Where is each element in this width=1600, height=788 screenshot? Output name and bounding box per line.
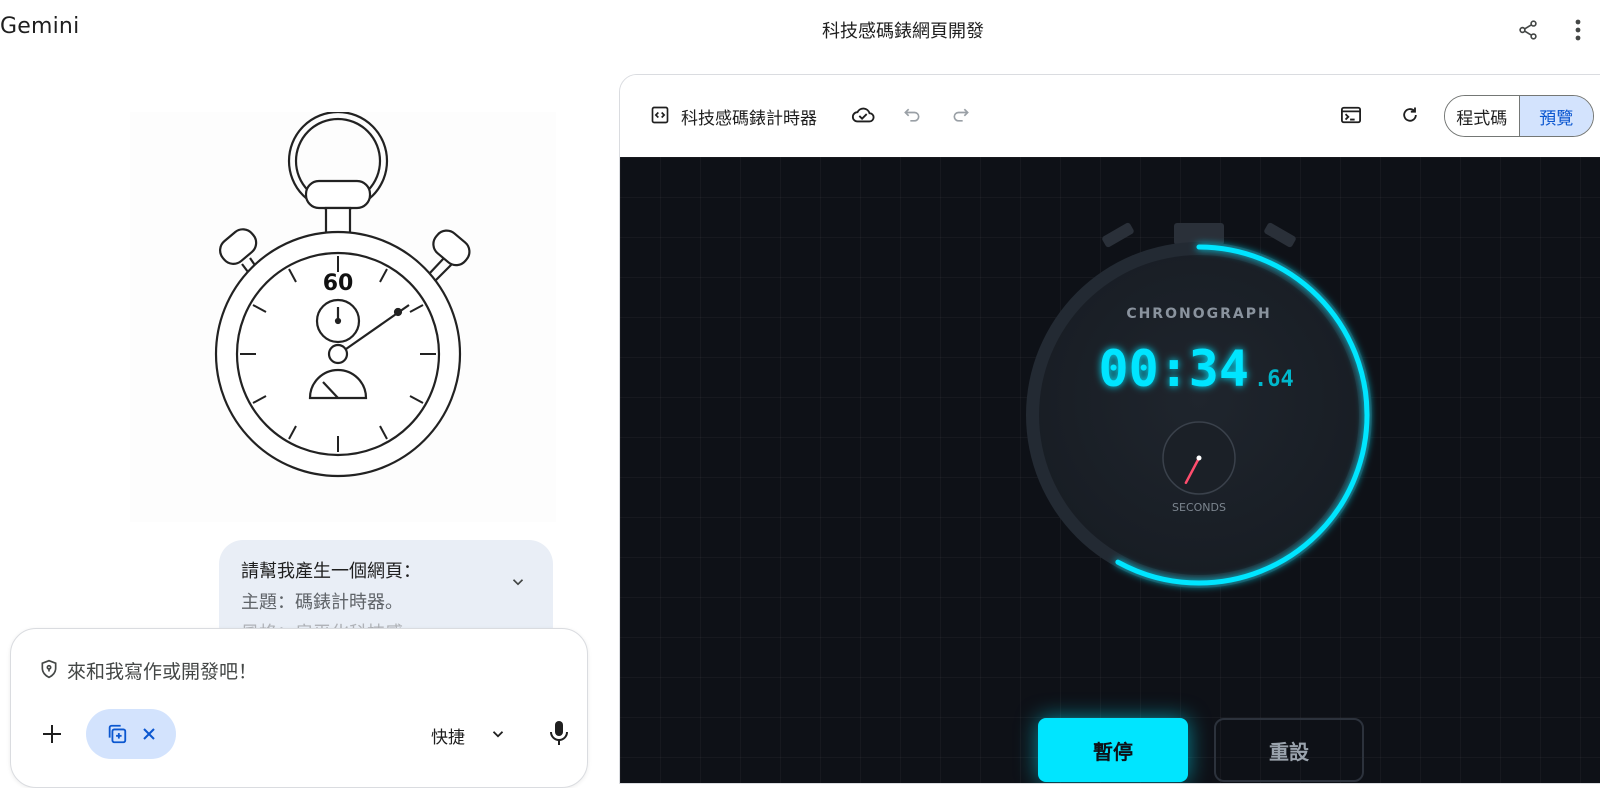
stopwatch-face: CHRONOGRAPH 00:34 .64 SECONDS bbox=[1026, 222, 1372, 588]
pause-button[interactable]: 暫停 bbox=[1038, 718, 1188, 782]
share-icon[interactable] bbox=[1514, 16, 1542, 44]
shield-icon bbox=[39, 659, 59, 679]
time-display: 00:34 bbox=[1098, 340, 1249, 398]
close-icon[interactable] bbox=[142, 727, 156, 741]
seconds-label: SECONDS bbox=[1172, 501, 1226, 514]
expand-chevron-icon[interactable] bbox=[509, 570, 527, 588]
view-toggle: 程式碼 預覽 bbox=[1444, 95, 1594, 137]
console-icon[interactable] bbox=[1339, 103, 1363, 127]
canvas-toolbar: 科技感碼錶計時器 程式碼 預覽 bbox=[620, 75, 1600, 157]
chevron-down-icon[interactable] bbox=[489, 725, 507, 743]
canvas-title: 科技感碼錶計時器 bbox=[681, 109, 817, 129]
cloud-saved-icon[interactable] bbox=[851, 103, 875, 127]
mic-icon[interactable] bbox=[547, 719, 571, 747]
mode-selector[interactable]: 快捷 bbox=[431, 723, 465, 748]
tab-code[interactable]: 程式碼 bbox=[1445, 96, 1520, 136]
dial-number: 60 bbox=[323, 271, 354, 296]
refresh-icon[interactable] bbox=[1398, 103, 1422, 127]
code-file-icon bbox=[648, 103, 672, 127]
user-message-line: 主題：碼錶計時器。 bbox=[241, 592, 403, 613]
reset-button[interactable]: 重設 bbox=[1214, 718, 1364, 782]
subdial-pivot bbox=[1196, 455, 1202, 461]
more-vert-icon[interactable] bbox=[1564, 16, 1592, 44]
prompt-composer[interactable]: 來和我寫作或開發吧！ 快捷 bbox=[10, 628, 588, 788]
dial-face bbox=[1039, 255, 1359, 575]
side-button-left[interactable] bbox=[1101, 222, 1135, 248]
milliseconds-display: .64 bbox=[1254, 367, 1294, 392]
side-button-right[interactable] bbox=[1263, 222, 1297, 248]
user-message-line: 請幫我產生一個網頁： bbox=[241, 561, 421, 582]
stopwatch-image[interactable]: 60 bbox=[130, 110, 556, 522]
prompt-input[interactable]: 來和我寫作或開發吧！ bbox=[67, 657, 257, 684]
stopwatch-illustration: 60 bbox=[214, 110, 471, 478]
crown-button[interactable] bbox=[1174, 223, 1224, 245]
canvas-tool-chip[interactable] bbox=[86, 709, 176, 759]
top-bar: Gemini 科技感碼錶網頁開發 bbox=[0, 0, 1600, 62]
chat-column: 60 請幫我產生一個網頁： 主題：碼錶計時器。 風格：扁平化科技感。 bbox=[0, 62, 610, 788]
tab-preview[interactable]: 預覽 bbox=[1519, 96, 1593, 136]
conversation-title: 科技感碼錶網頁開發 bbox=[822, 21, 984, 42]
add-icon[interactable] bbox=[37, 719, 67, 749]
canvas-icon bbox=[108, 724, 127, 744]
chronograph-label: CHRONOGRAPH bbox=[1126, 306, 1271, 322]
canvas-panel: 科技感碼錶計時器 程式碼 預覽 CHRONOGRAPH 00:34 .64 SE… bbox=[619, 74, 1600, 784]
undo-icon[interactable] bbox=[900, 103, 924, 127]
redo-icon[interactable] bbox=[949, 103, 973, 127]
app-preview: CHRONOGRAPH 00:34 .64 SECONDS 暫停 重設 bbox=[620, 157, 1600, 783]
